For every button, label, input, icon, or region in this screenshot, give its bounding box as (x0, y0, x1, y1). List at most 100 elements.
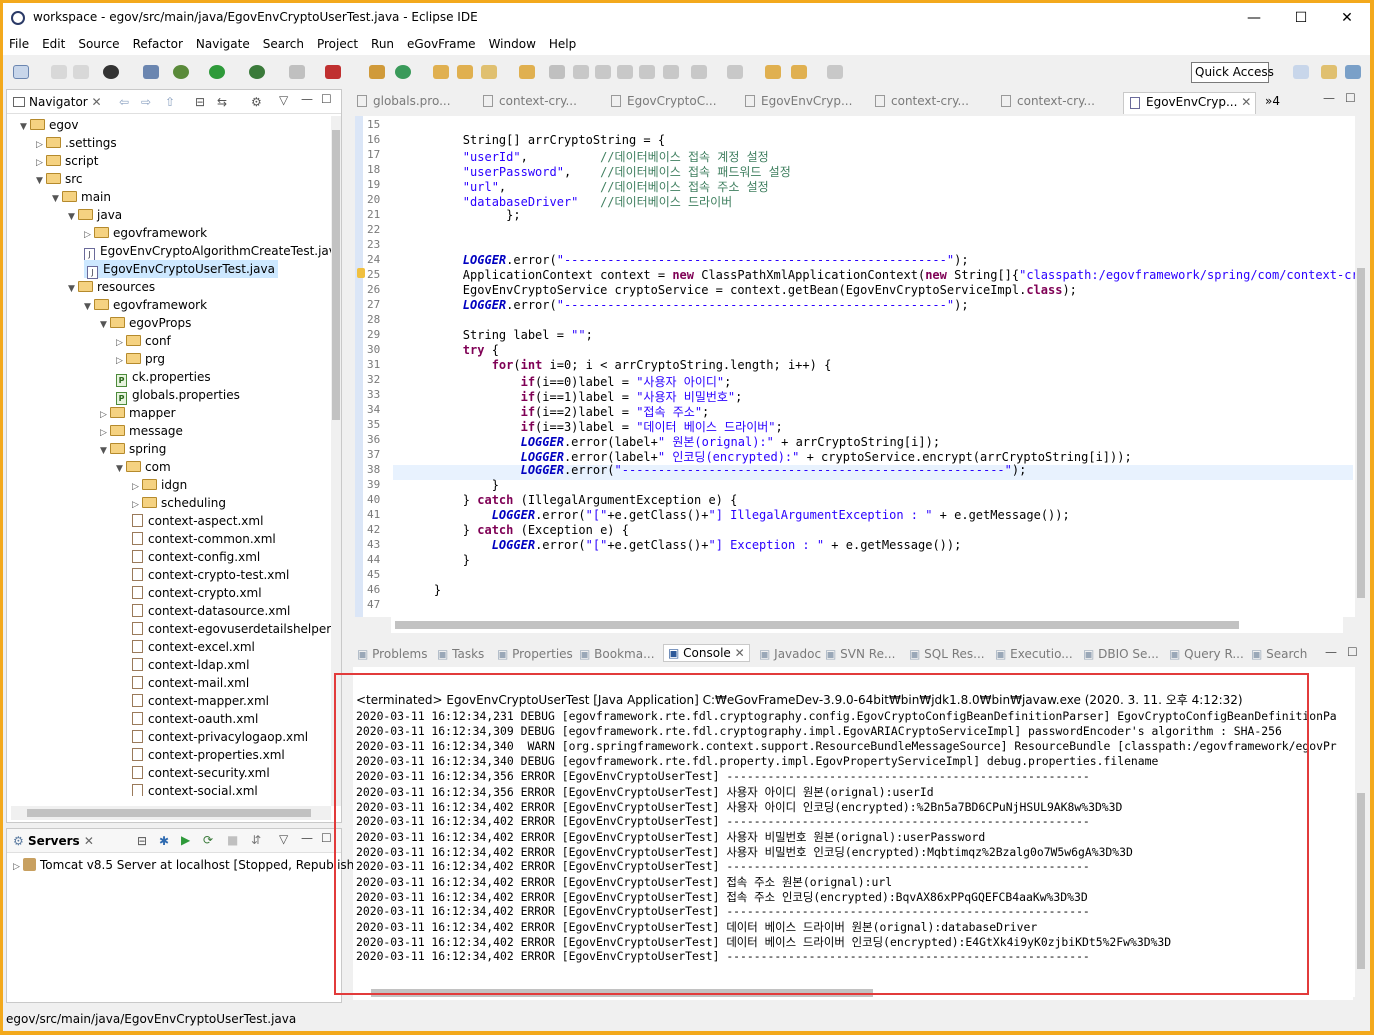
tree-item[interactable]: ▼ egov (20, 116, 78, 134)
pilcrow-icon[interactable] (663, 65, 679, 79)
coverage-icon[interactable] (325, 65, 341, 79)
filter-icon[interactable]: ⚙ (251, 95, 262, 109)
menu-egovframe[interactable]: eGovFrame (407, 37, 476, 51)
tree-item[interactable]: ▼ main (52, 188, 111, 206)
open-resource-icon[interactable] (457, 65, 473, 79)
tree-item[interactable]: ▼ resources (68, 278, 155, 296)
next-annotation-icon[interactable] (691, 65, 707, 79)
tab-overflow-indicator[interactable]: »4 (1265, 94, 1280, 114)
tab-problems[interactable]: ▣ Problems (357, 647, 427, 661)
nav-forward-icon[interactable]: ⇨ (141, 95, 151, 109)
menu-project[interactable]: Project (317, 37, 358, 51)
stop-server-icon[interactable]: ■ (227, 833, 238, 847)
egov-perspective-icon[interactable] (1345, 65, 1361, 79)
editor-tab[interactable]: context-cry... (483, 94, 577, 114)
chevron-down-icon[interactable]: ▼ (68, 280, 78, 298)
tree-item[interactable]: context-excel.xml (132, 638, 255, 656)
servers-view-menu-icon[interactable]: ▽ (279, 832, 288, 846)
tree-item[interactable]: ▷ prg (116, 350, 165, 368)
menu-file[interactable]: File (9, 37, 29, 51)
tab-sql-results[interactable]: ▣ SQL Res... (909, 647, 985, 661)
minimize-button[interactable]: — (1231, 3, 1277, 33)
console-vscrollbar[interactable] (1355, 667, 1367, 997)
navigator-hscrollbar[interactable] (11, 806, 331, 820)
tree-item[interactable]: context-crypto-test.xml (132, 566, 289, 584)
chevron-down-icon[interactable]: ▼ (116, 460, 126, 478)
tab-svn[interactable]: ▣ SVN Re... (825, 647, 895, 661)
stop-icon[interactable] (289, 65, 305, 79)
tree-item[interactable]: context-social.xml (132, 782, 258, 796)
block-select-icon[interactable] (617, 65, 633, 79)
tree-item[interactable]: J EgovEnvCryptoAlgorithmCreateTest.java (84, 242, 332, 261)
navigator-tab[interactable]: Navigator ✕ (13, 95, 102, 109)
editor-maximize-icon[interactable]: ☐ (1345, 91, 1356, 105)
prev-annotation-icon[interactable] (727, 65, 743, 79)
java-perspective-icon[interactable] (1321, 65, 1337, 79)
toggle-icon[interactable] (595, 65, 611, 79)
tree-item[interactable]: ▷ script (36, 152, 98, 170)
whitespace-icon[interactable] (639, 65, 655, 79)
pin-icon[interactable] (549, 65, 565, 79)
save-all-icon[interactable] (73, 65, 89, 79)
chevron-right-icon[interactable]: ▷ (13, 862, 23, 872)
collapse-servers-icon[interactable]: ⊟ (137, 834, 147, 848)
tree-item[interactable]: ▼ spring (100, 440, 166, 458)
chevron-down-icon[interactable]: ▼ (100, 442, 110, 460)
chevron-down-icon[interactable]: ▼ (20, 118, 30, 136)
editor-vscrollbar[interactable] (1355, 116, 1367, 617)
tree-item[interactable]: context-ldap.xml (132, 656, 249, 674)
open-folder-icon[interactable] (519, 65, 535, 79)
tab-bookmarks[interactable]: ▣ Bookma... (579, 647, 655, 661)
chevron-down-icon[interactable]: ▼ (36, 172, 46, 190)
tree-item[interactable]: context-mapper.xml (132, 692, 269, 710)
tree-item[interactable]: context-aspect.xml (132, 512, 263, 530)
forward-icon[interactable] (827, 65, 843, 79)
publish-icon[interactable]: ⇵ (251, 833, 261, 847)
tree-item[interactable]: J EgovEnvCryptoUserTest.java (84, 260, 278, 279)
tree-item[interactable]: context-mail.xml (132, 674, 249, 692)
editor-hscrollbar[interactable] (391, 617, 1343, 633)
collapse-all-icon[interactable]: ⊟ (195, 95, 205, 109)
tree-item[interactable]: context-config.xml (132, 548, 260, 566)
tree-item[interactable]: context-oauth.xml (132, 710, 258, 728)
tree-item[interactable]: context-security.xml (132, 764, 270, 782)
tree-item[interactable]: ▷ scheduling (132, 494, 226, 512)
tab-query-results[interactable]: ▣ Query R... (1169, 647, 1244, 661)
open-perspective-icon[interactable] (1293, 65, 1309, 79)
search-tool-icon[interactable] (481, 65, 497, 79)
tab-javadoc[interactable]: ▣ Javadoc (759, 647, 821, 661)
start-server-icon[interactable]: ▶ (181, 833, 190, 847)
editor-tab[interactable]: context-cry... (875, 94, 969, 114)
tab-search[interactable]: ▣ Search (1251, 647, 1307, 661)
editor-tab[interactable]: context-cry... (1001, 94, 1095, 114)
tree-item[interactable]: Pglobals.properties (116, 386, 240, 405)
servers-maximize-icon[interactable]: ☐ (321, 831, 332, 845)
navigator-vscroll-thumb[interactable] (332, 130, 340, 420)
navigator-hscroll-thumb[interactable] (27, 809, 311, 817)
tab-execution-plan[interactable]: ▣ Executio... (995, 647, 1073, 661)
profile-server-icon[interactable]: ⟳ (203, 833, 213, 847)
menu-refactor[interactable]: Refactor (133, 37, 183, 51)
menu-edit[interactable]: Edit (42, 37, 65, 51)
last-edit-icon[interactable] (765, 65, 781, 79)
tree-item[interactable]: ▷ message (100, 422, 183, 440)
tree-item[interactable]: context-privacylogaop.xml (132, 728, 308, 746)
close-servers-icon[interactable]: ✕ (84, 834, 94, 848)
close-button[interactable]: ✕ (1324, 3, 1370, 33)
editor-hscroll-thumb[interactable] (395, 621, 1239, 629)
tree-item[interactable]: ▼ com (116, 458, 171, 476)
minimize-view-icon[interactable]: — (301, 92, 313, 106)
tree-item[interactable]: ▼ java (68, 206, 122, 224)
tree-item[interactable]: context-crypto.xml (132, 584, 262, 602)
maximize-button[interactable]: ☐ (1278, 3, 1324, 33)
tree-item[interactable]: ▷ mapper (100, 404, 176, 422)
code-editor[interactable]: 15 16 String[] arrCryptoString = {17 "use… (355, 116, 1355, 617)
nav-up-icon[interactable]: ⇧ (165, 95, 175, 109)
package-icon[interactable] (369, 65, 385, 79)
tree-item[interactable]: context-egovuserdetailshelper.x (132, 620, 332, 638)
menu-source[interactable]: Source (78, 37, 119, 51)
view-menu-icon[interactable]: ▽ (279, 93, 288, 107)
run-external-icon[interactable] (249, 65, 265, 79)
maximize-view-icon[interactable]: ☐ (321, 92, 332, 106)
servers-tab[interactable]: ⚙ Servers ✕ (13, 834, 94, 848)
